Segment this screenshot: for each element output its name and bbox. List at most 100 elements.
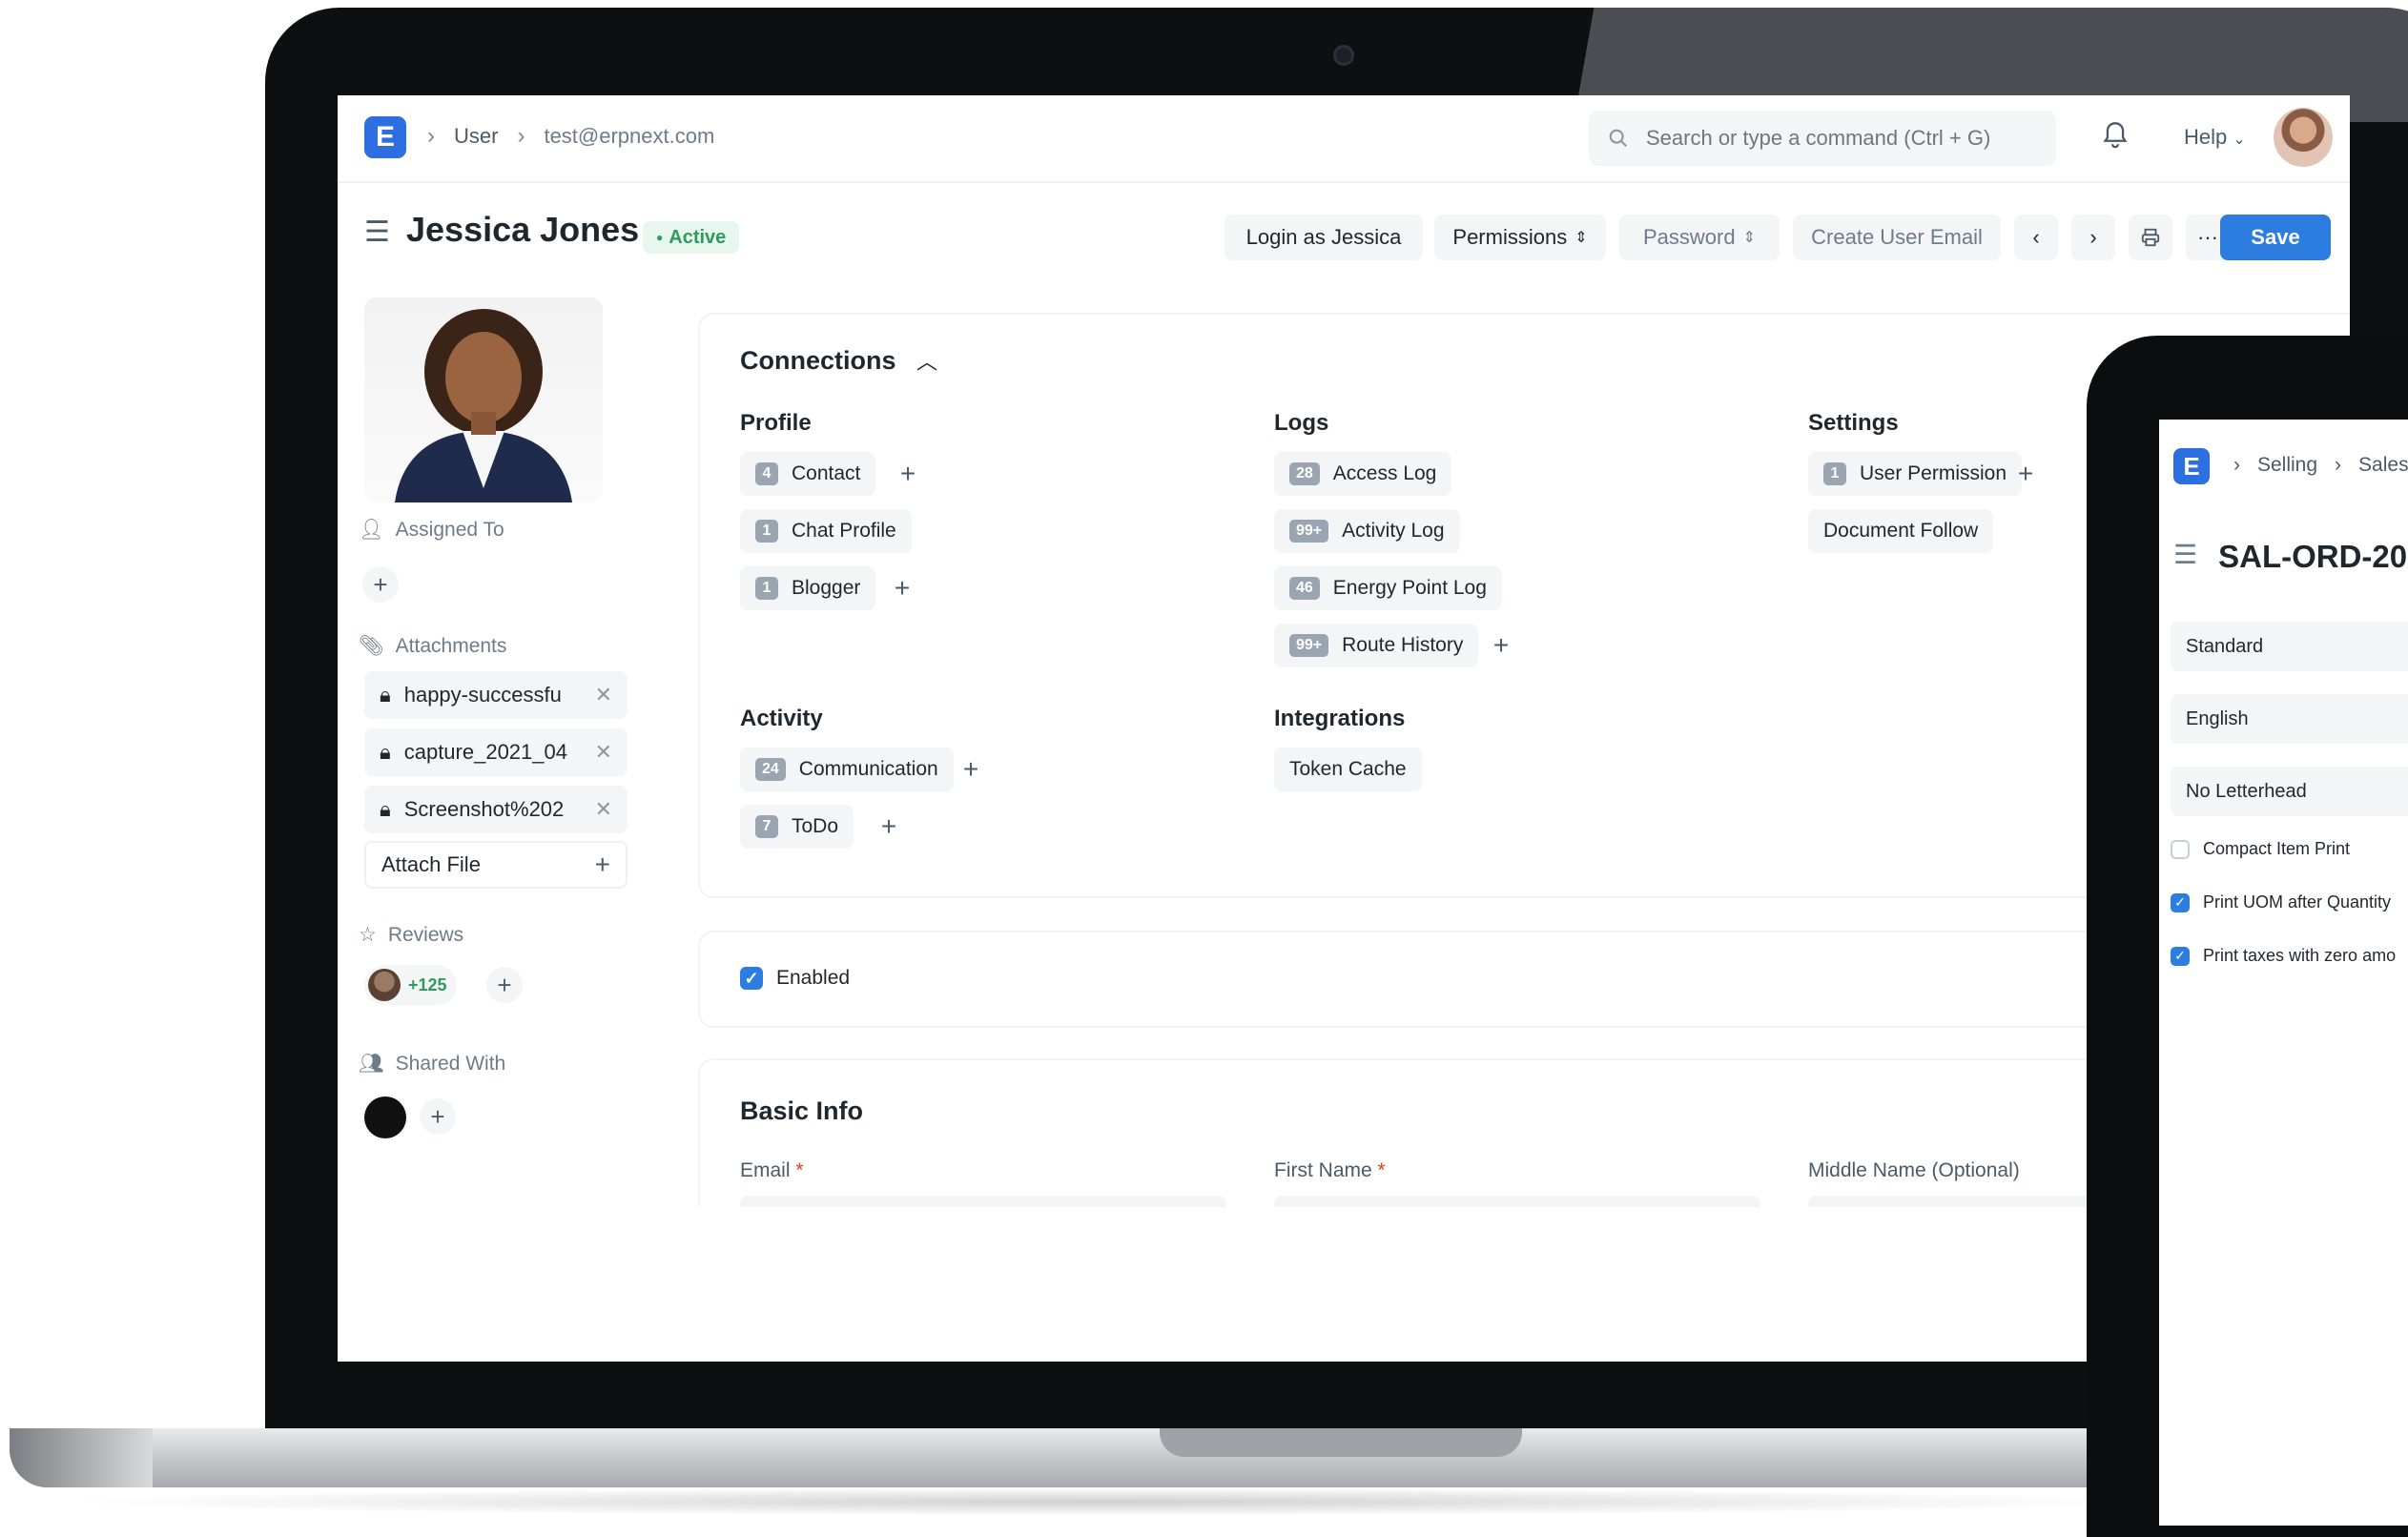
status-dot-icon: ● (656, 231, 664, 244)
connection-chip-blogger[interactable]: 1 Blogger (740, 566, 876, 610)
connection-chip-document-follow[interactable]: Document Follow (1808, 509, 1994, 553)
more-icon: ··· (2197, 225, 2218, 249)
breadcrumb-current[interactable]: test@erpnext.com (544, 124, 714, 149)
lock-icon: 🔒︎ (380, 683, 391, 707)
profile-photo (395, 309, 572, 502)
connection-chip-access-log[interactable]: 28 Access Log (1274, 452, 1452, 496)
connection-chip-todo[interactable]: 7 ToDo (740, 805, 854, 849)
notification-bell-icon[interactable] (2102, 121, 2129, 157)
login-as-button[interactable]: Login as Jessica (1225, 215, 1423, 260)
previous-record-button[interactable]: ‹ (2014, 215, 2058, 260)
create-email-label: Create User Email (1811, 225, 1983, 249)
updown-chevron-icon: ⇕ (1574, 230, 1588, 246)
option-label: Print taxes with zero amo (2203, 946, 2397, 965)
user-avatar[interactable] (2274, 108, 2333, 167)
tablet-app-logo[interactable]: E (2173, 448, 2210, 484)
save-button[interactable]: Save (2220, 215, 2331, 260)
review-pill[interactable]: +125 (364, 965, 457, 1005)
lock-icon: 🔒︎ (380, 740, 391, 764)
tablet-title-text: SAL-ORD-202 (2218, 539, 2408, 574)
connection-count: 1 (755, 520, 778, 543)
status-label: Active (669, 226, 727, 248)
breadcrumb: › User › test@erpnext.com (427, 123, 714, 150)
attach-file-button[interactable]: Attach File + (364, 841, 628, 889)
attachment-name[interactable]: happy-successfu (404, 683, 562, 707)
sidebar-toggle-icon[interactable]: ☰ (364, 215, 390, 249)
add-contact-button[interactable]: + (887, 452, 929, 496)
email-label-text: Email (740, 1159, 791, 1181)
select-value: English (2186, 707, 2249, 729)
add-communication-button[interactable]: + (950, 748, 992, 791)
breadcrumb-user[interactable]: User (454, 124, 498, 149)
attach-file-label: Attach File (381, 852, 481, 876)
print-taxes-zero-option[interactable]: ✓ Print taxes with zero amo (2171, 946, 2396, 966)
screen-lower-area (338, 1207, 2350, 1362)
language-select[interactable]: English (2171, 694, 2408, 744)
connection-label: Contact (792, 462, 861, 484)
connection-count: 1 (1823, 462, 1846, 485)
assigned-to-section: 👤︎ Assigned To (359, 519, 504, 542)
laptop-screen: E › User › test@erpnext.com Help ⌄ ☰ Jes… (338, 95, 2350, 1362)
chevron-right-icon: › (427, 123, 435, 149)
chevron-right-icon: › (2233, 454, 2240, 476)
search-bar[interactable] (1589, 111, 2056, 166)
shared-user-avatar[interactable] (364, 1096, 406, 1138)
select-value: Standard (2186, 635, 2264, 657)
remove-attachment-icon[interactable]: ✕ (595, 683, 612, 707)
hamburger-icon[interactable]: ☰ (2173, 539, 2197, 575)
add-review-button[interactable]: + (486, 967, 523, 1003)
connection-chip-communication[interactable]: 24 Communication (740, 748, 954, 791)
next-record-button[interactable]: › (2071, 215, 2115, 260)
connection-chip-chat-profile[interactable]: 1 Chat Profile (740, 509, 912, 553)
connection-chip-user-permission[interactable]: 1 User Permission (1808, 452, 2023, 496)
search-input[interactable] (1644, 125, 2026, 152)
attachments-section: 📎︎ Attachments (359, 635, 506, 658)
chevron-up-icon[interactable]: ︿ (916, 350, 937, 374)
help-dropdown[interactable]: Help ⌄ (2184, 125, 2246, 150)
app-logo[interactable]: E (364, 116, 406, 158)
letterhead-select[interactable]: No Letterhead (2171, 767, 2408, 816)
remove-attachment-icon[interactable]: ✕ (595, 740, 612, 765)
connections-title[interactable]: Connections ︿ (740, 345, 937, 376)
checkbox-checked[interactable]: ✓ (2171, 892, 2190, 912)
connection-chip-contact[interactable]: 4 Contact (740, 452, 876, 496)
add-user-permission-button[interactable]: + (2005, 452, 2047, 496)
add-assignee-button[interactable]: + (362, 566, 399, 603)
connection-chip-token-cache[interactable]: Token Cache (1274, 748, 1422, 791)
login-as-label: Login as Jessica (1245, 225, 1402, 249)
add-blogger-button[interactable]: + (881, 566, 923, 610)
attachment-name[interactable]: capture_2021_04 (404, 740, 567, 765)
connection-chip-energy-point-log[interactable]: 46 Energy Point Log (1274, 566, 1502, 610)
enabled-checkbox[interactable]: ✓ (740, 967, 763, 990)
chevron-right-icon: › (2335, 454, 2342, 476)
print-uom-option[interactable]: ✓ Print UOM after Quantity (2171, 892, 2391, 912)
permissions-dropdown[interactable]: Permissions ⇕ (1434, 215, 1606, 260)
users-icon: 👥︎ (359, 1053, 384, 1075)
attachment-item[interactable]: 🔒︎ happy-successfu ✕ (364, 671, 628, 719)
add-todo-button[interactable]: + (868, 805, 910, 849)
connection-label: Chat Profile (792, 520, 896, 542)
reviewer-avatar (368, 969, 401, 1001)
create-user-email-button[interactable]: Create User Email (1793, 215, 2001, 260)
attachment-item[interactable]: 🔒︎ capture_2021_04 ✕ (364, 728, 628, 776)
attachment-name[interactable]: Screenshot%202 (404, 797, 565, 822)
remove-attachment-icon[interactable]: ✕ (595, 797, 612, 822)
password-dropdown[interactable]: Password ⇕ (1619, 215, 1780, 260)
page-header: ☰ Jessica Jones ● Active Login as Jessic… (338, 183, 2350, 288)
print-button[interactable] (2129, 215, 2172, 260)
checkbox-checked[interactable]: ✓ (2171, 946, 2190, 966)
user-profile-image[interactable] (364, 297, 603, 502)
checkbox-unchecked[interactable] (2171, 839, 2190, 859)
compact-item-print-option[interactable]: Compact Item Print (2171, 839, 2350, 859)
connection-label: Route History (1342, 634, 1464, 656)
add-route-history-button[interactable]: + (1480, 624, 1522, 667)
attachment-item[interactable]: 🔒︎ Screenshot%202 ✕ (364, 786, 628, 833)
print-format-select[interactable]: Standard (2171, 622, 2408, 671)
connection-chip-route-history[interactable]: 99+ Route History (1274, 624, 1479, 667)
add-share-button[interactable]: + (420, 1098, 456, 1135)
form-sidebar: 👤︎ Assigned To + 📎︎ Attachments 🔒︎ happy… (338, 288, 652, 1241)
password-label: Password (1643, 225, 1736, 249)
connection-chip-activity-log[interactable]: 99+ Activity Log (1274, 509, 1460, 553)
tablet-breadcrumb-sales[interactable]: Sales (2358, 454, 2408, 477)
tablet-breadcrumb-selling[interactable]: Selling (2257, 454, 2317, 477)
